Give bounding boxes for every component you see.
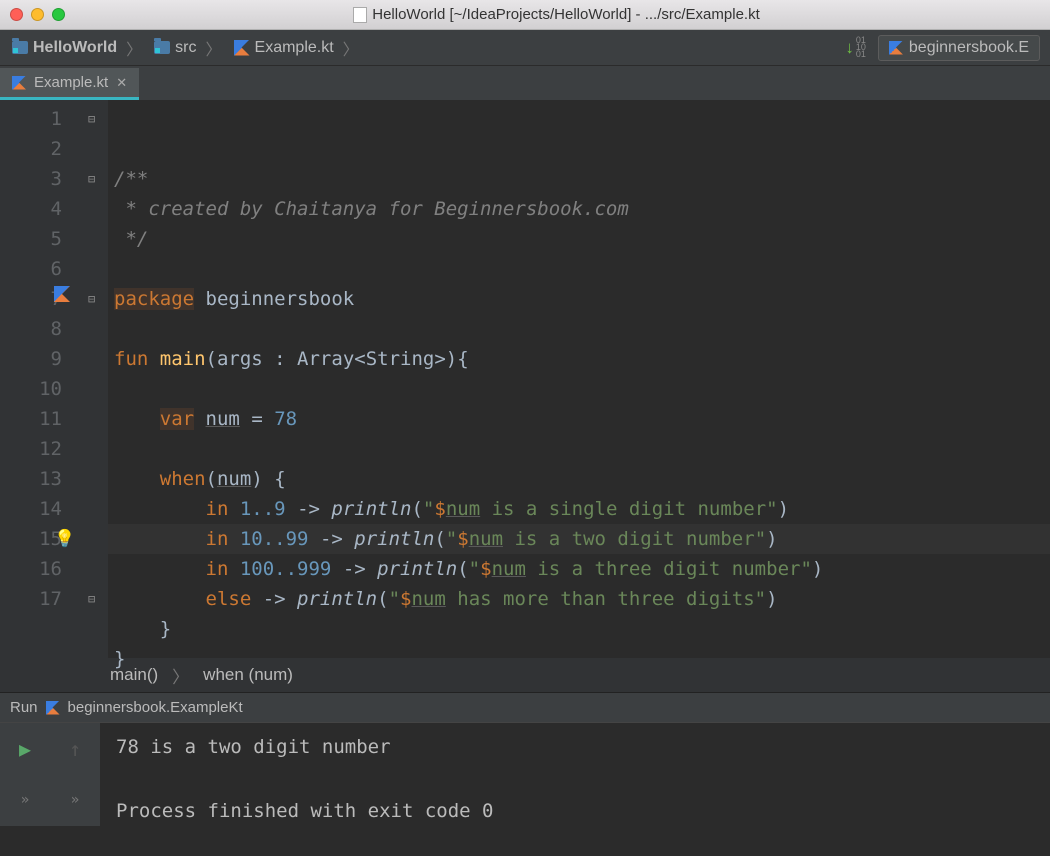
download-updates-icon[interactable]: ↓011001 [845,37,866,58]
expand-button[interactable]: » [50,775,100,827]
expand-button[interactable]: » [0,775,50,827]
kotlin-icon [889,41,903,55]
output-line: 78 is a two digit number [116,731,494,763]
structure-when[interactable]: when (num) [203,665,293,685]
kotlin-file-icon [234,40,250,56]
window-titlebar: HelloWorld [~/IdeaProjects/HelloWorld] -… [0,0,1050,30]
breadcrumb-src[interactable]: src 〉 [152,34,227,62]
output-line: Process finished with exit code 0 [116,795,494,827]
fold-toggle-icon[interactable]: ⊟ [88,284,95,314]
window-title: HelloWorld [~/IdeaProjects/HelloWorld] -… [73,6,1040,23]
code-comment: */ [114,228,148,250]
minimize-window-button[interactable] [31,8,44,21]
maximize-window-button[interactable] [52,8,65,21]
run-label: Run [10,699,38,716]
rerun-button[interactable]: ▶ [0,723,50,775]
chevron-right-icon: 〉 [122,36,146,60]
close-tab-icon[interactable]: ✕ [116,75,127,91]
up-stack-button[interactable]: ↑ [50,723,100,775]
run-tool-header[interactable]: Run beginnersbook.ExampleKt [0,692,1050,722]
code-area[interactable]: /** * created by Chaitanya for Beginners… [108,100,1050,658]
chevron-right-icon: 〉 [166,663,195,688]
kotlin-icon [46,701,60,715]
folder-icon [154,41,170,54]
code-comment: * created by Chaitanya for Beginnersbook… [114,198,629,220]
chevron-right-icon: 〉 [339,36,363,60]
close-window-button[interactable] [10,8,23,21]
folder-icon [12,41,28,54]
line-number-gutter: 1234567891011121314151617 [0,100,82,658]
run-target: beginnersbook.ExampleKt [68,699,243,716]
console-toolbar: ▶ ↑ » » [0,723,100,826]
file-icon [353,7,367,23]
fold-toggle-icon[interactable]: ⊟ [88,584,95,614]
breadcrumb-file[interactable]: Example.kt 〉 [232,34,365,62]
run-configuration-dropdown[interactable]: beginnersbook.E [878,35,1040,61]
kotlin-file-icon [12,76,26,90]
tab-example-kt[interactable]: Example.kt ✕ [0,68,139,100]
fold-gutter: ⊟ ⊟ ⊟ 💡 ⊟ [82,100,108,658]
traffic-lights [10,8,65,21]
fold-toggle-icon[interactable]: ⊟ [88,104,95,134]
breadcrumb-project[interactable]: HelloWorld 〉 [10,34,148,62]
editor-tabs: Example.kt ✕ [0,66,1050,100]
fold-toggle-icon[interactable]: ⊟ [88,164,95,194]
structure-breadcrumb: main() 〉 when (num) [0,658,1050,692]
run-console: ▶ ↑ » » 78 is a two digit number Process… [0,722,1050,826]
nav-bar: HelloWorld 〉 src 〉 Example.kt 〉 ↓011001 … [0,30,1050,66]
intention-bulb-icon[interactable]: 💡 [54,524,75,554]
code-comment: /** [114,168,148,190]
code-editor[interactable]: 1234567891011121314151617 ⊟ ⊟ ⊟ 💡 ⊟ /** … [0,100,1050,658]
chevron-right-icon: 〉 [202,36,226,60]
console-output[interactable]: 78 is a two digit number Process finishe… [100,723,510,826]
tab-label: Example.kt [34,74,108,91]
